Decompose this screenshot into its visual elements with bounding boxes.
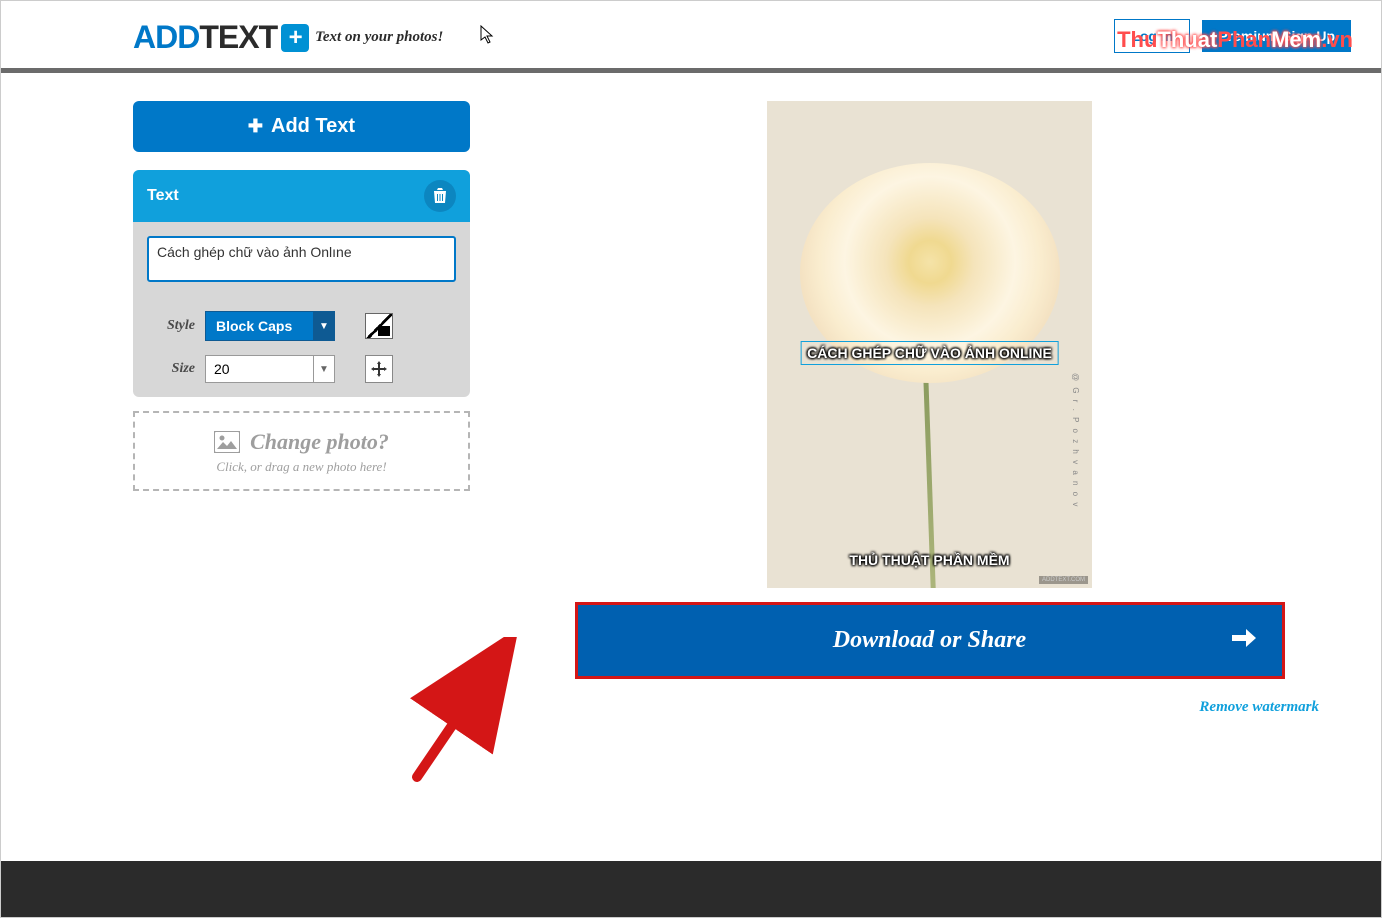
move-icon (371, 361, 387, 377)
text-input[interactable] (147, 236, 456, 282)
change-photo-dropzone[interactable]: Change photo? Click, or drag a new photo… (133, 411, 470, 491)
header: ADDTEXT + Text on your photos! Log In Pr… (1, 1, 1381, 73)
plus-icon: ✚ (248, 116, 263, 137)
preview-area: CÁCH GHÉP CHỮ VÀO ẢNH ONLINE THỦ THUẬT P… (508, 101, 1351, 716)
remove-watermark-link[interactable]: Remove watermark (1199, 699, 1319, 716)
header-actions: Log In Premium Sign Up (1114, 19, 1351, 53)
logo[interactable]: ADDTEXT + (133, 19, 309, 56)
size-field[interactable] (205, 355, 313, 383)
footer (1, 861, 1381, 917)
login-button[interactable]: Log In (1114, 19, 1190, 53)
overlay-text-2[interactable]: THỦ THUẬT PHẦN MỀM (849, 552, 1009, 568)
style-row: Style Block Caps ▼ (147, 311, 456, 341)
chevron-down-icon[interactable]: ▼ (313, 311, 335, 341)
photo-preview[interactable]: CÁCH GHÉP CHỮ VÀO ẢNH ONLINE THỦ THUẬT P… (767, 101, 1092, 588)
delete-text-button[interactable] (424, 180, 456, 212)
panel-header: Text (133, 170, 470, 222)
main: ✚ Add Text Text Style Block Caps ▼ (1, 73, 1381, 716)
text-panel: Text Style Block Caps ▼ Size (133, 170, 470, 397)
style-select[interactable]: Block Caps ▼ (205, 311, 335, 341)
add-text-button[interactable]: ✚ Add Text (133, 101, 470, 152)
add-text-label: Add Text (271, 115, 355, 138)
logo-text: TEXT (199, 19, 277, 56)
photo-brandmark: ADDTEXT.COM (1039, 576, 1088, 584)
download-share-button[interactable]: Download or Share (575, 602, 1285, 679)
size-input[interactable]: ▼ (205, 355, 335, 383)
size-label: Size (147, 361, 195, 377)
sidebar: ✚ Add Text Text Style Block Caps ▼ (133, 101, 470, 716)
color-picker-button[interactable] (365, 313, 393, 339)
overlay-text-1[interactable]: CÁCH GHÉP CHỮ VÀO ẢNH ONLINE (800, 341, 1059, 365)
plus-icon: + (281, 24, 309, 52)
change-photo-sub: Click, or drag a new photo here! (145, 459, 458, 475)
size-row: Size ▼ (147, 355, 456, 383)
chevron-down-icon[interactable]: ▼ (313, 355, 335, 383)
panel-title: Text (147, 187, 179, 205)
panel-body: Style Block Caps ▼ Size ▼ (133, 222, 470, 397)
logo-add: ADD (133, 19, 199, 56)
move-button[interactable] (365, 355, 393, 383)
tagline: Text on your photos! (315, 29, 443, 46)
trash-icon (433, 188, 447, 204)
style-label: Style (147, 318, 195, 334)
image-icon (214, 431, 240, 453)
style-value: Block Caps (205, 311, 313, 341)
premium-signup-button[interactable]: Premium Sign Up (1202, 20, 1351, 52)
arrow-right-icon (1230, 624, 1258, 657)
download-label: Download or Share (833, 627, 1026, 654)
photo-credit: @ G r . P o z h v a n o v (1071, 373, 1080, 508)
change-photo-title: Change photo? (145, 429, 458, 455)
